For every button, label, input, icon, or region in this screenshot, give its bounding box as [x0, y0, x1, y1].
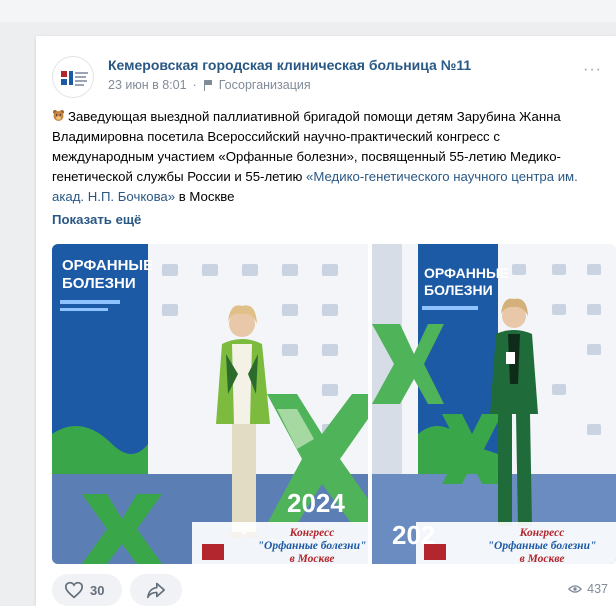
- post-header: Кемеровская городская клиническая больни…: [52, 52, 616, 100]
- flag-icon: [203, 79, 213, 91]
- like-button[interactable]: 30: [52, 574, 122, 606]
- caption-line-6: в Москве: [520, 553, 565, 564]
- caption-line-4: Конгресс: [519, 527, 565, 539]
- post-category: Госорганизация: [218, 78, 311, 92]
- post-photo-1[interactable]: ОРФАННЫЕ БОЛЕЗНИ 2024 Конгресс "Орфанные…: [52, 244, 368, 564]
- views-count: 437: [587, 582, 608, 596]
- show-more-link[interactable]: Показать ещё: [52, 212, 141, 227]
- heart-icon: [64, 581, 84, 599]
- post-photo-2[interactable]: ОРФАННЫЕ БОЛЕЗНИ 202 Конгресс "Орфанные …: [372, 244, 616, 564]
- author-name[interactable]: Кемеровская городская клиническая больни…: [108, 57, 471, 73]
- caption-line-5: "Орфанные болезни": [488, 540, 597, 552]
- post-card: Кемеровская городская клиническая больни…: [36, 36, 616, 606]
- post-date[interactable]: 23 июн в 8:01: [108, 78, 187, 92]
- banner-title-1: ОРФАННЫЕ: [62, 257, 153, 274]
- like-count: 30: [90, 582, 105, 598]
- banner-title-2: БОЛЕЗНИ: [62, 275, 136, 292]
- caption-line-2: "Орфанные болезни": [258, 540, 367, 552]
- post-footer: 30 437: [52, 574, 616, 606]
- post-text-end: в Москве: [175, 189, 235, 204]
- post-meta: 23 июн в 8:01 · Госорганизация: [108, 78, 311, 92]
- eye-icon: [568, 585, 583, 593]
- share-arrow-icon: [147, 582, 165, 599]
- views-counter: 437: [568, 582, 608, 596]
- year-text-1: 2024: [287, 488, 345, 518]
- caption-line-3: в Москве: [290, 553, 335, 564]
- top-strip: [0, 0, 616, 22]
- banner-title-4: БОЛЕЗНИ: [424, 282, 493, 298]
- meta-separator: ·: [192, 78, 197, 92]
- share-button[interactable]: [130, 574, 182, 606]
- hospital-logo-icon: [61, 71, 88, 86]
- banner-title-3: ОРФАННЫЕ: [424, 265, 509, 281]
- post-text: Заведующая выездной паллиативной бригадо…: [52, 107, 604, 207]
- caption-line-1: Конгресс: [289, 527, 335, 539]
- bear-emoji-icon: [53, 110, 64, 121]
- author-avatar[interactable]: [52, 56, 94, 98]
- more-dots-icon[interactable]: ···: [583, 62, 602, 78]
